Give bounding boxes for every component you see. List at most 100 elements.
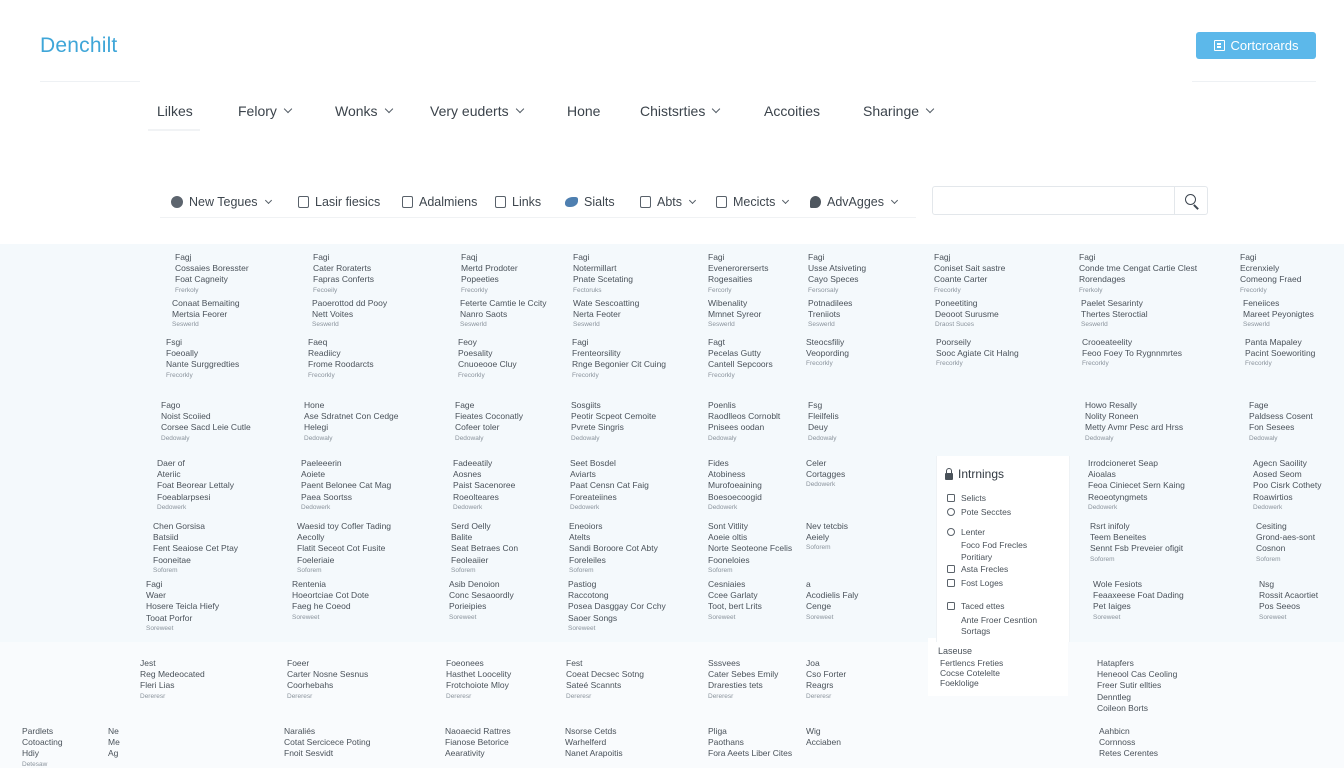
- content-tile[interactable]: Asib Denoion Conc Sesaoordly Porieipies Sor…: [449, 579, 514, 623]
- search-icon[interactable]: [1185, 194, 1196, 205]
- content-tile[interactable]: Poenlis Raodlleos Cornoblt Pnisees oodan De…: [708, 400, 780, 444]
- content-tile[interactable]: Pardlets Cotoacting Hdiy Detesaw: [22, 726, 63, 768]
- content-tile[interactable]: Fago Noist Scoiied Corsee Sacd Leie Cutle D…: [161, 400, 251, 444]
- content-tile[interactable]: Wole Fesiots Feaaxeese Foat Dading Pet Iai…: [1093, 579, 1184, 623]
- dropdown-item-sub[interactable]: Poritiary: [961, 552, 992, 562]
- content-tile[interactable]: Fage Fieates Coconatly Cofeer toler Dedowal…: [455, 400, 523, 444]
- content-tile[interactable]: Wibenality Mmnet Syreor Seswerld: [708, 298, 761, 330]
- content-tile[interactable]: Fest Coeat Decsec Sotng Sateé Scannts Derer…: [566, 658, 644, 702]
- content-tile[interactable]: Fagj Cossaies Boresster Foat Cagneity Frerk…: [175, 252, 249, 296]
- content-tile[interactable]: Waesid toy Cofler Tading Aecolly Flatit Se…: [297, 521, 391, 576]
- content-tile[interactable]: Rsrt inifoly Teem Beneites Sennt Fsb Preve…: [1090, 521, 1183, 565]
- subnav-item-adalmiens[interactable]: Adalmiens: [402, 192, 477, 212]
- content-tile[interactable]: Feoy Poesality Cnuoeooe Cluy Frecorkly: [458, 337, 517, 381]
- content-tile[interactable]: Sont Vitlity Aoeie oltis Norte Seoteone Fc…: [708, 521, 792, 576]
- content-tile[interactable]: Crooeateelity Feoo Foey To Rygnnmrtes Frec…: [1082, 337, 1182, 369]
- subnav-item-abts[interactable]: Abts: [640, 192, 697, 212]
- dropdown-item[interactable]: Selicts: [947, 493, 986, 503]
- content-tile[interactable]: a Acodielis Faly Cenge Soreweet: [806, 579, 858, 623]
- content-tile[interactable]: Nev tetcbis Aeiely Soforem: [806, 521, 848, 553]
- content-tile[interactable]: Feterte Camtie le Ccity Nanro Saots Seswer…: [460, 298, 546, 330]
- content-tile[interactable]: Sosgiits Peotir Scpeot Cemoite Pvrete Sing…: [571, 400, 656, 444]
- content-tile[interactable]: Naraliés Cotat Sercicece Poting Fnoit Sesv…: [284, 726, 370, 760]
- content-tile[interactable]: Fagi Cater Roraterts Fapras Conferts Fecoei…: [313, 252, 374, 296]
- content-tile[interactable]: Paoerottod dd Pooy Nett Voites Seswerld: [312, 298, 387, 330]
- dropdown-item-sub[interactable]: Sortags: [961, 626, 990, 636]
- content-tile[interactable]: Sssvees Cater Sebes Emily Draresties tets D…: [708, 658, 778, 702]
- content-tile[interactable]: Feneiices Mareet Peyonigtes Seswerld: [1243, 298, 1314, 330]
- content-tile[interactable]: Cesiting Grond-aes-sont Cosnon Soforem: [1256, 521, 1315, 565]
- content-tile[interactable]: Poneetiting Deooot Surusme Draost Suces: [935, 298, 999, 330]
- subnav-item-mecicts[interactable]: Mecicts: [716, 192, 790, 212]
- content-tile[interactable]: Poorseily Sooc Agiate Cit Halng Frecorkly: [936, 337, 1019, 369]
- content-tile[interactable]: Eneoiors Atelts Sandi Boroore Cot Abty Fore…: [569, 521, 658, 576]
- nav-item-chistsrties[interactable]: Chistsrties: [640, 98, 721, 124]
- content-tile[interactable]: Fagi Usse Atsiveting Cayo Speces Fersorsaly: [808, 252, 866, 296]
- content-tile[interactable]: Pliga Paothans Fora Aeets Liber Cites: [708, 726, 792, 760]
- dropdown-item[interactable]: Taced ettes: [947, 601, 1004, 611]
- search-input[interactable]: [939, 191, 1169, 211]
- dropdown-item[interactable]: Lenter: [947, 527, 985, 537]
- subnav-item-sialts[interactable]: Sialts: [565, 192, 615, 212]
- content-tile[interactable]: Fagi Conde tme Cengat Cartie Clest Rorenda…: [1079, 252, 1197, 296]
- subnav-item-lasir-fiesics[interactable]: Lasir fiesics: [298, 192, 380, 212]
- content-tile[interactable]: Agecn Saoility Aosed Seom Poo Cisrk Cothet…: [1253, 458, 1322, 513]
- nav-item-hone[interactable]: Hone: [567, 98, 600, 124]
- site-logo[interactable]: Denchilt: [40, 34, 117, 58]
- content-tile[interactable]: Fagj Coniset Sait sastre Coante Carter Frec…: [934, 252, 1005, 296]
- content-tile[interactable]: Nsg Rossit Acaortiet Pos Seeos Soreweet: [1259, 579, 1318, 623]
- dropdown-item[interactable]: Fost Loges: [947, 578, 1003, 588]
- nav-item-lilkes[interactable]: Lilkes: [157, 98, 193, 124]
- nav-item-sharinge[interactable]: Sharinge: [863, 98, 935, 124]
- content-tile[interactable]: Seet Bosdel Aviarts Paat Censn Cat Faig For…: [570, 458, 649, 513]
- content-tile[interactable]: Hone Ase Sdratnet Con Cedge Helegi Dedowaly: [304, 400, 399, 444]
- content-tile[interactable]: Aahbicn Cornnoss Retes Cerentes: [1099, 726, 1158, 760]
- content-tile[interactable]: Celer Cortagges Dedowerk: [806, 458, 845, 490]
- content-tile[interactable]: Potnadilees Treniiots Seswerld: [808, 298, 852, 330]
- content-tile[interactable]: Howo Resally Nolity Roneen Metty Avmr Pesc…: [1085, 400, 1183, 444]
- content-tile[interactable]: Fagi Frenteorsility Rnge Begonier Cit Cuin…: [572, 337, 666, 381]
- content-tile[interactable]: Joa Cso Forter Reagrs Dereresr: [806, 658, 846, 702]
- content-tile[interactable]: Fsgi Foeoally Nante Surggredties Frecorkly: [166, 337, 239, 381]
- subnav-item-new-tegues[interactable]: New Tegues: [171, 192, 272, 212]
- subnav-item-links[interactable]: Links: [495, 192, 541, 212]
- content-tile[interactable]: Serd Oelly Balite Seat Betraes Con Feoleaii…: [451, 521, 518, 576]
- content-tile[interactable]: Irrodcioneret Seap Aioalas Feoa Ciniecet S…: [1088, 458, 1185, 513]
- content-tile[interactable]: Fage Paldsess Cosent Fon Sesees Dedowaly: [1249, 400, 1313, 444]
- cta-button[interactable]: Cortcroards: [1196, 32, 1316, 59]
- nav-item-wonks[interactable]: Wonks: [335, 98, 393, 124]
- content-tile[interactable]: Faqj Mertd Prodoter Popeeties Frecorkly: [461, 252, 518, 296]
- nav-item-very-euderts[interactable]: Very euderts: [430, 98, 524, 124]
- content-tile[interactable]: Wate Sescoatting Nerta Feoter Seswerld: [573, 298, 639, 330]
- dropdown-item-sub[interactable]: Ante Froer Cesntion: [961, 615, 1037, 625]
- content-tile[interactable]: Panta Mapaley Pacint Soeworiting Frecorkly: [1245, 337, 1315, 369]
- content-tile[interactable]: Nsorse Cetds Warhelferd Nanet Arapoitis: [565, 726, 623, 760]
- content-tile[interactable]: Fagt Pecelas Gutty Cantell Sepcoors Frecork…: [708, 337, 773, 381]
- content-tile[interactable]: Fagi Evenerorerserts Rogesaities Fercorly: [708, 252, 768, 296]
- content-tile[interactable]: Chen Gorsisa Batsiid Fent Seaiose Cet Ptay…: [153, 521, 238, 576]
- content-tile[interactable]: Wig Acciaben: [806, 726, 841, 748]
- content-tile[interactable]: Fagi Waer Hosere Teicla Hiefy Tooat Porfor S…: [146, 579, 219, 634]
- content-tile[interactable]: Jest Reg Medeocated Fleri Lias Dereresr: [140, 658, 205, 702]
- dropdown-item[interactable]: Asta Frecles: [947, 564, 1008, 574]
- content-tile[interactable]: Fagi Notermillart Pnate Scetating Fectoruks: [573, 252, 633, 296]
- content-tile[interactable]: Fadeeatily Aosnes Paist Sacenoree Roeoltear…: [453, 458, 515, 513]
- nav-item-accoities[interactable]: Accoities: [764, 98, 820, 124]
- content-tile[interactable]: Fagi Ecrenxiely Comeong Fraed Frecorkly: [1240, 252, 1301, 296]
- content-tile[interactable]: Fsg Fleilfelis Deuy Dedowaly: [808, 400, 839, 444]
- content-tile[interactable]: Naoaecid Rattres Fianose Betorice Aearativ…: [445, 726, 511, 760]
- content-tile[interactable]: Hatapfers Heneool Cas Ceoling Freer Sutir …: [1097, 658, 1177, 714]
- dropdown-item-sub[interactable]: Foco Fod Frecles: [961, 540, 1027, 550]
- dropdown-item[interactable]: Pote Secctes: [947, 507, 1011, 517]
- content-tile[interactable]: Rentenia Hoeortciae Cot Dote Faeg he Coeod…: [292, 579, 369, 623]
- content-tile[interactable]: Steocsfiliy Veopording Frecorkly: [806, 337, 849, 369]
- content-tile[interactable]: Paeleeerin Aoiete Paent Belonee Cat Mag Pae…: [301, 458, 391, 513]
- content-tile[interactable]: Foeonees Hasthet Loocelity Frotchoiote Mlo…: [446, 658, 511, 702]
- nav-item-felory[interactable]: Felory: [238, 98, 293, 124]
- content-tile[interactable]: Fides Atobiness Murofoeaining Boesoecoogid D…: [708, 458, 762, 513]
- content-tile[interactable]: Faeq Readiicy Frome Roodarcts Frecorkly: [308, 337, 374, 381]
- content-tile[interactable]: Foeer Carter Nosne Sesnus Coorhebahs Derere…: [287, 658, 368, 702]
- content-tile[interactable]: Daer of Ateriic Foat Beorear Lettaly Foeabl…: [157, 458, 234, 513]
- content-tile[interactable]: Paelet Sesarinty Thertes Steroctial Seswer…: [1081, 298, 1148, 330]
- content-tile[interactable]: Pastiog Raccotong Posea Dasggay Cor Cchy Sa…: [568, 579, 666, 634]
